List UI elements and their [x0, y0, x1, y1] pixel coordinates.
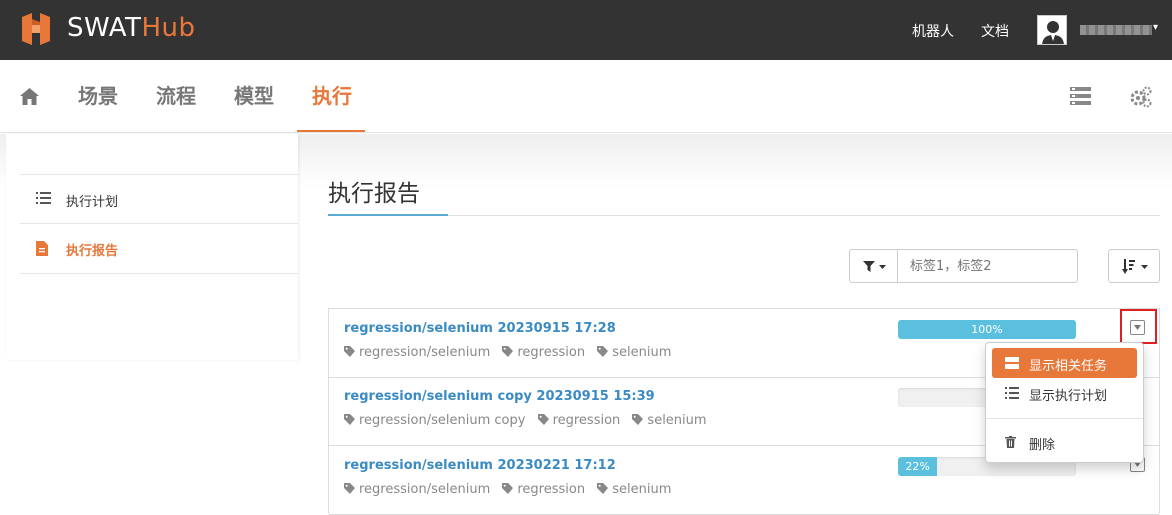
list-icon [36, 192, 51, 204]
sidebar-item-execution-plan[interactable]: 执行计划 [20, 174, 298, 223]
title-divider [328, 215, 1160, 216]
user-menu-caret[interactable]: ▾ [1153, 22, 1158, 33]
caret-down-icon [1141, 265, 1148, 269]
sidebar-item-label: 执行报告 [66, 244, 119, 259]
robots-link[interactable]: 机器人 [912, 21, 954, 41]
sidebar-item-label: 执行计划 [66, 195, 119, 210]
active-tab-underline [297, 130, 365, 132]
menu-item-show-execution-plan[interactable]: 显示执行计划 [992, 378, 1137, 408]
tag-icon [537, 414, 549, 425]
progress-label: 100% [971, 323, 1003, 336]
sidebar-item-execution-report[interactable]: 执行报告 [20, 223, 298, 274]
tag-label: regression [517, 345, 586, 360]
caret-down-icon [879, 265, 886, 269]
tag-chip[interactable]: regression [502, 345, 585, 360]
report-title-link[interactable]: regression/selenium 20230915 17:28 [344, 321, 616, 336]
tag-icon [632, 414, 644, 425]
sort-icon [1122, 259, 1135, 274]
annotation-highlight-box [1120, 309, 1157, 344]
tag-filter-button[interactable] [849, 249, 898, 283]
tag-icon [502, 483, 514, 494]
tag-icon [344, 414, 355, 425]
menu-divider [986, 418, 1143, 419]
brand-logo-text[interactable]: SWATHub [67, 13, 196, 43]
tag-label: regression [517, 482, 586, 497]
main-nav: 场景 流程 模型 执行 [0, 60, 1172, 133]
docs-link[interactable]: 文档 [981, 21, 1009, 41]
tag-label: regression/selenium copy [359, 413, 526, 428]
brand-accent: Hub [141, 13, 196, 43]
report-tags: regression/selenium regression selenium [344, 482, 679, 497]
tag-icon [344, 346, 355, 357]
tag-label: selenium [612, 345, 672, 360]
home-icon[interactable] [20, 88, 39, 105]
title-underline [328, 214, 448, 216]
document-icon [36, 241, 48, 256]
sort-button[interactable] [1108, 249, 1160, 283]
report-title-link[interactable]: regression/selenium copy 20230915 15:39 [344, 389, 655, 404]
filter-icon [863, 261, 875, 272]
nav-tab-flows[interactable]: 流程 [156, 60, 196, 133]
brand-main: SWAT [67, 13, 142, 43]
user-avatar[interactable] [1037, 15, 1067, 45]
nav-tab-scenes[interactable]: 场景 [78, 60, 118, 133]
list-icon [1005, 387, 1019, 399]
progress-bar: 100% [898, 320, 1076, 339]
tag-chip[interactable]: regression [537, 413, 621, 428]
tag-label: regression/selenium [359, 482, 491, 497]
settings-gears-icon[interactable] [1130, 86, 1152, 108]
tag-label: selenium [647, 413, 707, 428]
menu-item-delete[interactable]: 删除 [992, 427, 1137, 457]
logo-icon[interactable] [20, 13, 52, 45]
menu-item-show-related-tasks[interactable]: 显示相关任务 [992, 348, 1137, 378]
menu-item-label: 显示相关任务 [1029, 359, 1108, 374]
tag-label: regression/selenium [359, 345, 491, 360]
avatar-person-icon [1042, 21, 1064, 44]
trash-icon [1005, 436, 1016, 448]
tag-chip[interactable]: regression/selenium [344, 345, 490, 360]
menu-item-label: 显示执行计划 [1029, 389, 1108, 404]
tag-icon [344, 483, 355, 494]
tag-icon [597, 346, 609, 357]
top-bar: SWATHub 机器人 文档 ▾ [0, 0, 1172, 60]
nav-tab-execution[interactable]: 执行 [312, 60, 352, 133]
nav-tab-models[interactable]: 模型 [234, 60, 274, 133]
tasks-icon [1005, 357, 1019, 369]
page-title: 执行报告 [328, 181, 420, 207]
menu-item-label: 删除 [1029, 438, 1056, 453]
tag-label: regression [552, 413, 621, 428]
progress-label: 22% [905, 460, 930, 473]
tag-icon [502, 346, 514, 357]
tag-chip[interactable]: selenium [632, 413, 707, 428]
tag-chip[interactable]: selenium [597, 345, 671, 360]
row-action-dropdown: 显示相关任务 显示执行计划 删除 [985, 342, 1144, 463]
tag-label: selenium [612, 482, 672, 497]
tag-icon [597, 483, 609, 494]
tag-chip[interactable]: regression [502, 482, 585, 497]
tag-filter-input[interactable] [897, 249, 1078, 283]
tag-chip[interactable]: regression/selenium copy [344, 413, 525, 428]
report-tags: regression/selenium regression selenium [344, 345, 679, 360]
user-name-redacted[interactable] [1080, 25, 1152, 35]
tag-chip[interactable]: regression/selenium [344, 482, 490, 497]
tag-chip[interactable]: selenium [597, 482, 671, 497]
report-tags: regression/selenium copy regression sele… [344, 413, 715, 428]
list-view-icon[interactable] [1070, 87, 1091, 105]
report-title-link[interactable]: regression/selenium 20230221 17:12 [344, 458, 616, 473]
